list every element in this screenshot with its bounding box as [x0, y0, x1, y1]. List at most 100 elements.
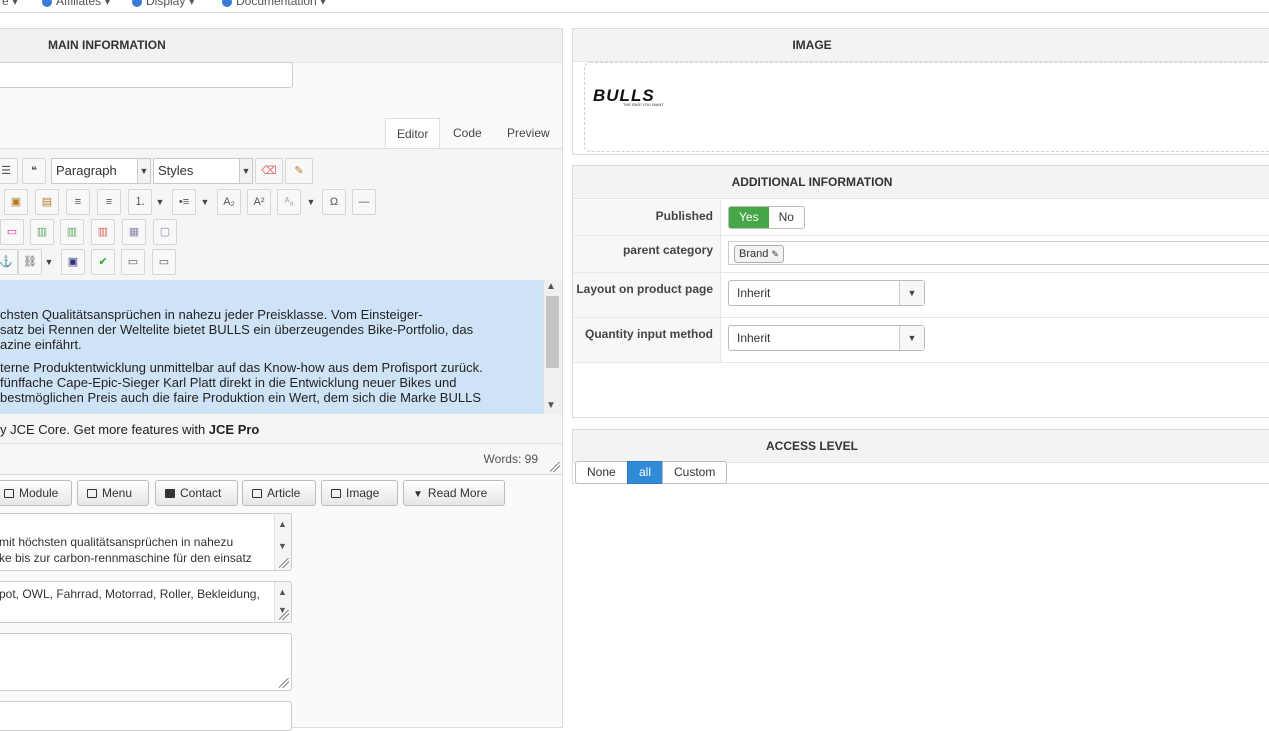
button-label: Menu — [102, 486, 133, 500]
bullet-list-icon[interactable]: •≡ — [172, 189, 196, 215]
name-input[interactable] — [0, 62, 293, 88]
layout-value: Inherit — [737, 286, 771, 300]
resize-grip-icon[interactable] — [550, 462, 560, 472]
scroll-down-icon[interactable]: ▼ — [546, 400, 556, 411]
resize-grip-icon[interactable] — [279, 558, 289, 568]
table-insert-col-after-icon[interactable]: ▥ — [60, 219, 84, 245]
meta-description-line: mit höchsten qualitätsansprüchen in nahe… — [0, 535, 234, 549]
access-option-all[interactable]: all — [627, 461, 664, 484]
extra-textarea[interactable] — [0, 633, 292, 691]
affiliates-icon — [42, 0, 52, 7]
blockquote-icon[interactable]: ❝ — [22, 158, 46, 184]
page-break-icon[interactable]: ▭ — [121, 249, 145, 275]
table-insert-col-before-icon[interactable]: ▥ — [30, 219, 54, 245]
quantity-input-select[interactable]: Inherit ▼ — [728, 325, 925, 351]
contact-button[interactable]: Contact — [155, 480, 238, 506]
chevron-down-icon: ▼ — [899, 281, 924, 305]
layout-select[interactable]: Inherit ▼ — [728, 280, 925, 306]
article-button[interactable]: Article — [242, 480, 316, 506]
insert-image-icon[interactable]: ▣ — [61, 249, 85, 275]
eraser-icon[interactable]: ⌫ — [255, 158, 283, 184]
table-merge-cells-icon[interactable]: ▢ — [153, 219, 177, 245]
nav-item[interactable]: re ▾ — [0, 0, 18, 8]
published-toggle[interactable]: Yes No — [728, 206, 805, 229]
superscript-icon[interactable]: A² — [247, 189, 271, 215]
brand-logo-image[interactable]: BULLS THE BIKE YOU WANT — [590, 75, 682, 115]
special-character-icon[interactable]: Ω — [322, 189, 346, 215]
chevron-down-icon[interactable]: ▼ — [199, 189, 211, 215]
published-yes-option[interactable]: Yes — [729, 207, 769, 228]
nav-item-label: Display — [146, 0, 186, 8]
tab-code[interactable]: Code — [442, 118, 493, 148]
scroll-up-icon[interactable]: ▲ — [278, 516, 287, 532]
access-option-none[interactable]: None — [575, 461, 628, 484]
menu-button[interactable]: Menu — [77, 480, 149, 506]
subscript-icon[interactable]: A₂ — [217, 189, 241, 215]
button-label: Module — [19, 486, 59, 500]
published-no-option[interactable]: No — [768, 207, 804, 228]
button-label: Image — [346, 486, 380, 500]
read-more-button[interactable]: ▼ Read More — [403, 480, 505, 506]
jce-pro-link[interactable]: JCE Pro — [209, 422, 260, 437]
chevron-down-icon[interactable]: ▼ — [154, 189, 166, 215]
table-delete-row-icon[interactable]: ▭ — [0, 219, 24, 245]
edit-pencil-icon[interactable]: ✎ — [771, 249, 779, 259]
editor-scroll-thumb[interactable] — [546, 296, 559, 368]
chevron-down-icon[interactable]: ▼ — [43, 249, 55, 275]
block-format-select[interactable]: Paragraph ▼ — [51, 158, 151, 184]
content-line: azine einfährt. — [0, 337, 82, 352]
row-divider — [573, 362, 1269, 363]
nav-item-label: re — [0, 0, 9, 8]
tab-preview[interactable]: Preview — [496, 118, 561, 148]
outdent-icon[interactable]: ☰ — [0, 158, 18, 184]
editor-content[interactable]: chsten Qualitätsansprüchen in nahezu jed… — [0, 280, 543, 414]
chevron-down-icon: ▼ — [239, 159, 252, 183]
spellcheck-icon[interactable]: ✔ — [91, 249, 115, 275]
word-count: Words: 99 — [483, 452, 538, 466]
image-dropzone[interactable] — [584, 62, 1269, 152]
chevron-down-icon[interactable]: ▼ — [305, 189, 317, 215]
contact-icon — [165, 489, 175, 498]
nav-item-affiliates[interactable]: Affiliates ▾ — [42, 0, 111, 8]
table-split-cells-icon[interactable]: ▦ — [122, 219, 146, 245]
access-option-custom[interactable]: Custom — [662, 461, 728, 484]
paste-icon[interactable]: ▣ — [4, 189, 28, 215]
chevron-down-icon: ▼ — [413, 489, 423, 500]
module-button[interactable]: Module — [0, 480, 72, 506]
layout-label: Layout on product page — [576, 282, 713, 296]
resize-grip-icon[interactable] — [279, 678, 289, 688]
nav-item-documentation[interactable]: Documentation ▾ — [222, 0, 326, 8]
styles-select[interactable]: Styles ▼ — [153, 158, 253, 184]
extra-input[interactable] — [0, 701, 292, 731]
block-format-value: Paragraph — [56, 163, 117, 178]
additional-information-title: ADDITIONAL INFORMATION — [573, 166, 1269, 199]
resize-grip-icon[interactable] — [279, 610, 289, 620]
cleanup-broom-icon[interactable]: ✎ — [285, 158, 313, 184]
meta-keywords-field[interactable]: pot, OWL, Fahrrad, Motorrad, Roller, Bek… — [0, 581, 292, 623]
nav-item-display[interactable]: Display ▾ — [132, 0, 195, 8]
row-divider — [573, 235, 1269, 236]
scroll-up-icon[interactable]: ▲ — [278, 584, 287, 600]
indent-icon[interactable]: ≡ — [66, 189, 90, 215]
horizontal-rule-icon[interactable]: — — [352, 189, 376, 215]
readmore-icon[interactable]: ▭ — [152, 249, 176, 275]
image-button[interactable]: Image — [321, 480, 398, 506]
scroll-down-icon[interactable]: ▼ — [278, 538, 287, 554]
published-label: Published — [655, 209, 713, 223]
access-level-title: ACCESS LEVEL — [573, 430, 1269, 463]
meta-description-field[interactable]: mit höchsten qualitätsansprüchen in nahe… — [0, 513, 292, 571]
parent-category-chip[interactable]: Brand ✎ — [734, 245, 784, 263]
link-icon[interactable]: ⛓ — [18, 249, 42, 275]
text-direction-icon[interactable]: ᴬₐ — [277, 189, 301, 215]
anchor-icon[interactable]: ⚓ — [0, 249, 18, 275]
numbered-list-icon[interactable]: ⒈ — [128, 189, 152, 215]
parent-category-field[interactable]: Brand ✎ — [728, 241, 1269, 265]
scroll-up-icon[interactable]: ▲ — [546, 281, 556, 292]
quantity-input-value: Inherit — [737, 331, 771, 345]
paste-text-icon[interactable]: ▤ — [35, 189, 59, 215]
table-delete-col-icon[interactable]: ▥ — [91, 219, 115, 245]
tab-editor[interactable]: Editor — [385, 118, 441, 148]
share-icon — [87, 489, 97, 498]
meta-description-line: ke bis zur carbon-rennmaschine für den e… — [0, 551, 252, 565]
outdent-list-icon[interactable]: ≡ — [97, 189, 121, 215]
